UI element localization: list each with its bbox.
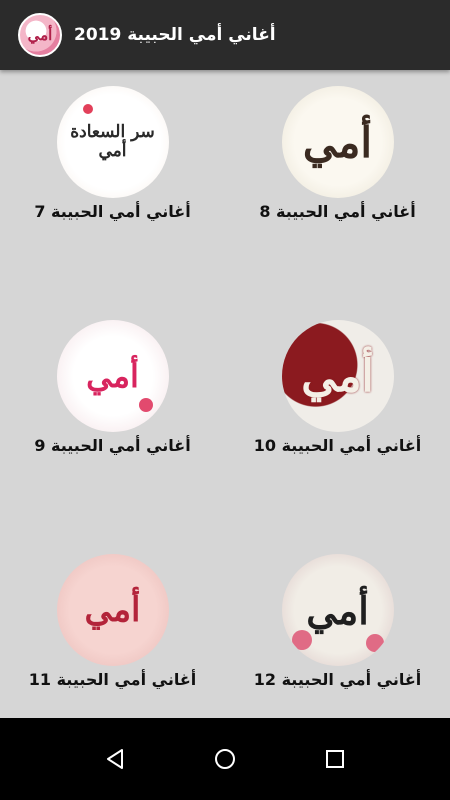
- back-icon: [107, 749, 123, 769]
- thumbnail-calligraphy: سر السعادة أمي: [70, 122, 155, 161]
- item-label: أغاني أمي الحبيبة 12: [253, 670, 422, 689]
- recents-button[interactable]: [315, 739, 355, 779]
- songs-grid: سر السعادة أمي أغاني أمي الحبيبة 7 أمي أ…: [0, 70, 450, 718]
- thumbnail-calligraphy: أمي: [86, 357, 139, 395]
- thumbnail-calligraphy: أمي: [306, 587, 369, 633]
- app-logo-icon: أمي: [18, 13, 62, 57]
- thumbnail-image: أمي: [281, 320, 394, 432]
- item-label: أغاني أمي الحبيبة 11: [28, 670, 197, 689]
- thumbnail-calligraphy: أمي: [301, 350, 374, 402]
- rose-decoration: [365, 634, 384, 652]
- grid-item-7[interactable]: سر السعادة أمي أغاني أمي الحبيبة 7: [0, 70, 225, 286]
- thumbnail-image: أمي: [56, 320, 169, 432]
- back-button[interactable]: [95, 739, 135, 779]
- thumbnail-calligraphy: أمي: [84, 590, 141, 630]
- thumbnail-image: أمي: [281, 554, 394, 666]
- thumbnail-image: سر السعادة أمي: [56, 86, 169, 198]
- app-title: أغاني أمي الحبيبة 2019: [74, 25, 276, 45]
- item-label: أغاني أمي الحبيبة 7: [34, 202, 191, 221]
- home-button[interactable]: [205, 739, 245, 779]
- grid-item-9[interactable]: أمي أغاني أمي الحبيبة 9: [0, 304, 225, 520]
- grid-item-10[interactable]: أمي أغاني أمي الحبيبة 10: [225, 304, 450, 520]
- flower-decoration: [138, 398, 153, 412]
- app-bar: أمي أغاني أمي الحبيبة 2019: [0, 0, 450, 70]
- recents-icon: [326, 750, 344, 768]
- home-icon: [215, 749, 235, 769]
- system-nav-bar: [0, 718, 450, 800]
- app-logo-text: أمي: [27, 26, 53, 44]
- app-screen: أمي أغاني أمي الحبيبة 2019 سر السعادة أم…: [0, 0, 450, 800]
- thumbnail-image: أمي: [281, 86, 394, 198]
- rose-decoration: [291, 630, 312, 650]
- item-label: أغاني أمي الحبيبة 8: [259, 202, 416, 221]
- thumbnail-image: أمي: [56, 554, 169, 666]
- thumbnail-calligraphy: أمي: [302, 117, 373, 167]
- grid-item-8[interactable]: أمي أغاني أمي الحبيبة 8: [225, 70, 450, 286]
- item-label: أغاني أمي الحبيبة 10: [253, 436, 422, 455]
- heart-decoration: [82, 104, 93, 114]
- item-label: أغاني أمي الحبيبة 9: [34, 436, 191, 455]
